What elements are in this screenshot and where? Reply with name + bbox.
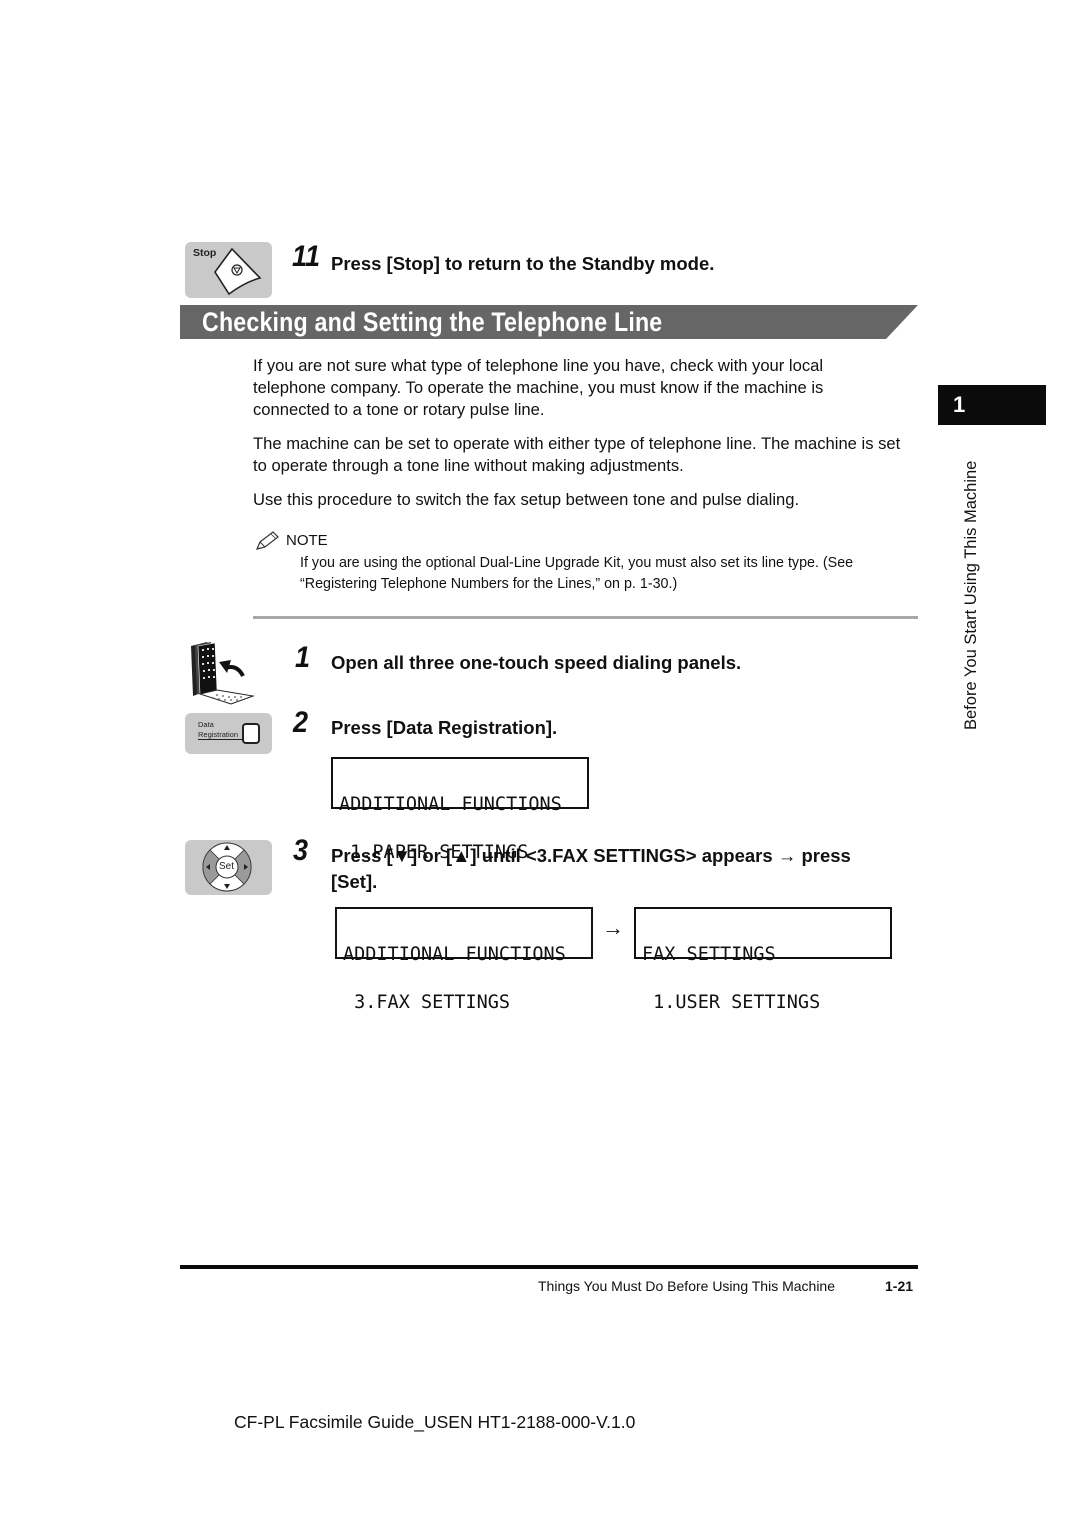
intro-paragraph-2: The machine can be set to operate with e… bbox=[253, 434, 901, 475]
lcd-line-1: ADDITIONAL FUNCTIONS bbox=[343, 944, 566, 965]
step-3-text-line-2: [Set]. bbox=[331, 871, 378, 892]
lcd-display-paper-settings: ADDITIONAL FUNCTIONS 1.PAPER SETTINGS bbox=[331, 757, 589, 862]
step-1-number: 1 bbox=[295, 641, 311, 674]
section-title: Checking and Setting the Telephone Line bbox=[202, 307, 663, 337]
set-key-label: Set bbox=[219, 861, 235, 872]
intro-paragraph-3: Use this procedure to switch the fax set… bbox=[253, 490, 800, 509]
note-text: If you are using the optional Dual-Line … bbox=[300, 555, 854, 592]
data-registration-key-label-2: Registration bbox=[198, 730, 244, 740]
lcd-display-fax-settings-after: FAX SETTINGS 1.USER SETTINGS bbox=[634, 907, 892, 1012]
transition-arrow-icon: → bbox=[602, 915, 624, 940]
data-registration-key-label-1: Data bbox=[198, 720, 214, 729]
one-touch-panels-icon bbox=[191, 642, 255, 705]
data-registration-key-icon: Data Registration bbox=[185, 713, 272, 754]
step-11-number: 11 bbox=[292, 240, 321, 273]
chapter-number: 1 bbox=[953, 392, 966, 417]
data-registration-button bbox=[242, 723, 260, 744]
lcd-line-1: ADDITIONAL FUNCTIONS bbox=[339, 794, 562, 815]
step-2-text: Press [Data Registration]. bbox=[331, 717, 558, 738]
step-2-number: 2 bbox=[293, 706, 309, 739]
set-key-icon: Set bbox=[185, 840, 272, 895]
step-1-text: Open all three one-touch speed dialing p… bbox=[331, 652, 742, 673]
document-id: CF-PL Facsimile Guide_USEN HT1-2188-000-… bbox=[234, 1412, 636, 1432]
page-number: 1-21 bbox=[885, 1278, 914, 1294]
intro-paragraph-1: If you are not sure what type of telepho… bbox=[253, 356, 824, 419]
lcd-display-fax-settings-before: ADDITIONAL FUNCTIONS 3.FAX SETTINGS bbox=[335, 907, 593, 1012]
note-label: NOTE bbox=[286, 532, 328, 549]
step-3-text-line-1: Press [▼] or [▲] until <3.FAX SETTINGS> … bbox=[331, 845, 851, 866]
lcd-line-2: 1.USER SETTINGS bbox=[642, 992, 821, 1013]
lcd-line-1: FAX SETTINGS bbox=[642, 944, 776, 965]
lcd-line-2: 3.FAX SETTINGS bbox=[343, 992, 511, 1013]
footer-divider bbox=[180, 1265, 918, 1269]
step-11-text: Press [Stop] to return to the Standby mo… bbox=[331, 253, 715, 274]
footer-chapter-title: Things You Must Do Before Using This Mac… bbox=[538, 1278, 836, 1294]
stop-button-icon bbox=[214, 247, 262, 296]
chapter-side-label: Before You Start Using This Machine bbox=[962, 460, 980, 730]
note-divider bbox=[253, 616, 918, 619]
pencil-note-icon bbox=[255, 531, 279, 550]
step-3-number: 3 bbox=[293, 834, 309, 867]
stop-key-icon: Stop bbox=[185, 242, 272, 298]
